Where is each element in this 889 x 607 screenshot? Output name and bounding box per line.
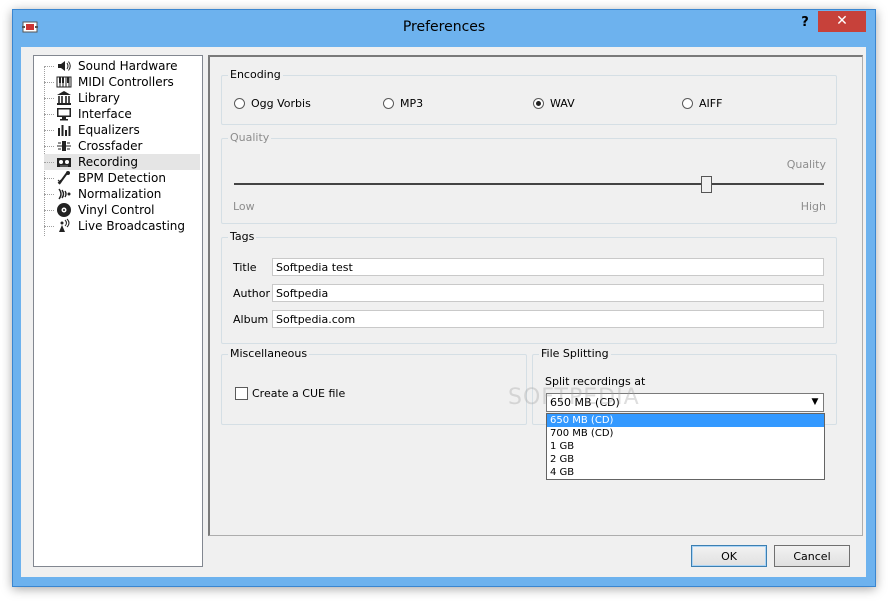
radio-aiff[interactable]: AIFF <box>682 96 722 110</box>
tree-item-library[interactable]: Library <box>44 90 200 106</box>
quality-caption: Quality <box>786 158 826 171</box>
split-size-dropdown[interactable]: 650 MB (CD) 700 MB (CD) 1 GB 2 GB 4 GB <box>546 413 825 480</box>
encoding-group: Encoding Ogg Vorbis MP3 WAV AIFF <box>221 68 837 125</box>
tree-label: BPM Detection <box>78 171 166 185</box>
tree-item-equalizers[interactable]: Equalizers <box>44 122 200 138</box>
help-button[interactable]: ? <box>795 15 815 33</box>
dropdown-option[interactable]: 1 GB <box>547 440 824 453</box>
radio-ogg-vorbis[interactable]: Ogg Vorbis <box>234 96 311 110</box>
metronome-icon <box>57 171 70 185</box>
dropdown-option[interactable]: 4 GB <box>547 466 824 479</box>
album-label: Album <box>233 313 269 326</box>
author-label: Author <box>233 287 271 300</box>
chevron-down-icon[interactable]: ▼ <box>807 394 823 411</box>
broadcast-icon <box>59 218 70 232</box>
library-icon <box>57 91 71 105</box>
tree-label: MIDI Controllers <box>78 75 174 89</box>
cue-file-label[interactable]: Create a CUE file <box>252 387 345 400</box>
quality-legend: Quality <box>228 131 272 144</box>
title-field[interactable]: Softpedia test <box>272 258 824 276</box>
encoding-legend: Encoding <box>228 68 283 81</box>
watermark: SOFTPEDIA <box>508 385 640 410</box>
title-bar[interactable]: Preferences ? ✕ <box>13 10 875 46</box>
tree-label: Normalization <box>78 187 162 201</box>
tree-label: Vinyl Control <box>78 203 155 217</box>
tree-item-recording[interactable]: Recording <box>44 154 200 170</box>
tree-item-crossfader[interactable]: Crossfader <box>44 138 200 154</box>
dropdown-option[interactable]: 2 GB <box>547 453 824 466</box>
keyboard-icon <box>56 76 72 88</box>
crossfader-icon <box>57 141 71 151</box>
radio-circle <box>682 97 693 109</box>
tree-item-vinyl-control[interactable]: Vinyl Control <box>44 202 200 218</box>
preferences-window: Preferences ? ✕ Sound Hardware MIDI Cont… <box>12 9 876 587</box>
vinyl-icon <box>57 203 71 217</box>
quality-slider-thumb[interactable] <box>701 176 712 193</box>
dialog-client-area: Sound Hardware MIDI Controllers Library … <box>21 47 866 577</box>
radio-circle <box>234 97 245 109</box>
tape-icon <box>57 158 71 167</box>
ok-button[interactable]: OK <box>691 545 767 567</box>
dropdown-option[interactable]: 650 MB (CD) <box>547 414 824 427</box>
window-title: Preferences <box>402 19 486 35</box>
tree-item-bpm-detection[interactable]: BPM Detection <box>44 170 200 186</box>
quality-high-label: High <box>800 200 826 213</box>
radio-wav[interactable]: WAV <box>533 96 575 110</box>
tree-label: Live Broadcasting <box>78 219 185 233</box>
dropdown-option[interactable]: 700 MB (CD) <box>547 427 824 440</box>
monitor-icon <box>57 108 71 121</box>
tree-item-interface[interactable]: Interface <box>44 106 200 122</box>
title-label: Title <box>233 261 257 274</box>
cue-file-checkbox[interactable] <box>235 387 248 400</box>
album-field[interactable]: Softpedia.com <box>272 310 824 328</box>
recording-settings-panel: Encoding Ogg Vorbis MP3 WAV AIFF Quality… <box>208 55 863 536</box>
quality-group: Quality Quality Low High <box>221 131 837 224</box>
tree-label: Equalizers <box>78 123 140 137</box>
cancel-button[interactable]: Cancel <box>774 545 850 567</box>
radio-circle-checked <box>533 97 544 109</box>
tree-item-sound-hardware[interactable]: Sound Hardware <box>44 58 200 74</box>
tags-legend: Tags <box>228 230 257 243</box>
quality-low-label: Low <box>233 200 255 213</box>
radio-mp3[interactable]: MP3 <box>383 96 423 110</box>
tags-group: Tags Title Softpedia test Author Softped… <box>221 230 837 344</box>
normalization-icon <box>58 188 71 200</box>
author-field[interactable]: Softpedia <box>272 284 824 302</box>
quality-slider-track[interactable] <box>234 183 824 185</box>
tree-item-live-broadcasting[interactable]: Live Broadcasting <box>44 218 200 234</box>
file-splitting-legend: File Splitting <box>539 347 611 360</box>
speaker-icon <box>58 61 71 71</box>
equalizer-icon <box>58 125 71 136</box>
tree-item-normalization[interactable]: Normalization <box>44 186 200 202</box>
tree-label: Interface <box>78 107 132 121</box>
close-button[interactable]: ✕ <box>818 11 866 32</box>
tree-item-midi-controllers[interactable]: MIDI Controllers <box>44 74 200 90</box>
tree-label: Sound Hardware <box>78 59 178 73</box>
preferences-tree[interactable]: Sound Hardware MIDI Controllers Library … <box>33 55 203 567</box>
miscellaneous-group: Miscellaneous Create a CUE file <box>221 347 527 425</box>
miscellaneous-legend: Miscellaneous <box>228 347 310 360</box>
tree-label: Crossfader <box>78 139 143 153</box>
tree-label: Recording <box>78 155 139 169</box>
radio-circle <box>383 97 394 109</box>
tree-label: Library <box>78 91 120 105</box>
